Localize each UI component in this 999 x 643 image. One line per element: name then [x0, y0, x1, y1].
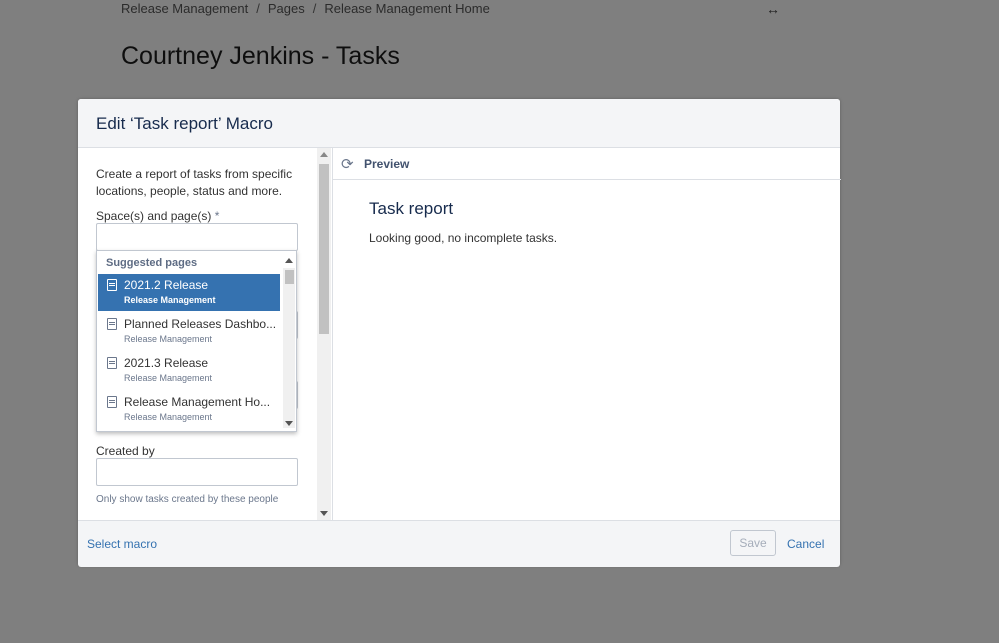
scroll-down-arrow-icon[interactable]	[320, 511, 328, 516]
macro-description: Create a report of tasks from specific l…	[96, 167, 293, 198]
dialog-title: Edit ‘Task report’ Macro	[96, 114, 273, 133]
dialog-footer: Select macro Save Cancel	[78, 520, 840, 567]
page-icon	[107, 396, 117, 408]
required-mark: *	[214, 209, 220, 223]
expand-width-icon[interactable]: ↔	[766, 1, 780, 17]
spaces-pages-input[interactable]	[96, 223, 298, 251]
preview-panel: ⟳ Preview Task report Looking good, no i…	[332, 148, 841, 520]
suggested-page-title: 2021.2 Release	[124, 278, 209, 292]
suggestions-scrollbar[interactable]	[283, 258, 295, 428]
refresh-icon[interactable]: ⟳	[341, 155, 354, 173]
page-title: Courtney Jenkins - Tasks	[121, 42, 400, 70]
suggested-page-item[interactable]: 2021.3 Release Release Management	[98, 352, 280, 389]
breadcrumb-separator: /	[256, 1, 260, 16]
page-icon	[107, 318, 117, 330]
suggested-page-item[interactable]: Release Management Ho... Release Managem…	[98, 391, 280, 428]
suggested-page-title: Release Management Ho...	[124, 395, 271, 409]
spaces-pages-label: Space(s) and page(s) *	[96, 209, 219, 223]
scroll-down-arrow-icon[interactable]	[285, 421, 293, 426]
suggested-page-space: Release Management	[124, 412, 213, 422]
dialog-body: Create a report of tasks from specific l…	[78, 148, 841, 520]
suggested-page-space: Release Management	[124, 373, 213, 383]
task-report-title: Task report	[369, 199, 454, 218]
created-by-label: Created by	[96, 444, 155, 458]
page-icon	[107, 279, 117, 291]
preview-header: ⟳ Preview	[333, 148, 841, 180]
suggested-page-space: Release Management	[124, 295, 216, 305]
breadcrumb-space[interactable]: Release Management	[121, 1, 248, 16]
breadcrumb-home[interactable]: Release Management Home	[324, 1, 489, 16]
params-panel-scrollbar[interactable]	[317, 148, 331, 520]
suggested-page-item[interactable]: 2021.2 Release Release Management	[98, 274, 280, 311]
scroll-up-arrow-icon[interactable]	[285, 258, 293, 263]
scrollbar-thumb[interactable]	[285, 270, 294, 284]
breadcrumb-separator: /	[312, 1, 317, 16]
macro-dialog: Edit ‘Task report’ Macro Create a report…	[78, 99, 841, 567]
suggested-page-title: 2021.3 Release	[124, 356, 209, 370]
suggested-pages-heading: Suggested pages	[106, 257, 198, 269]
spaces-pages-label-text: Space(s) and page(s)	[96, 209, 212, 223]
created-by-input[interactable]	[96, 458, 298, 486]
suggested-pages-dropdown: Suggested pages 2021.2 Release Release M…	[96, 250, 297, 432]
scrollbar-thumb[interactable]	[319, 164, 329, 334]
breadcrumb: Release Management / Pages / Release Man…	[121, 1, 490, 16]
select-macro-link[interactable]: Select macro	[87, 537, 157, 551]
created-by-hint: Only show tasks created by these people	[96, 494, 279, 505]
preview-label: Preview	[364, 157, 410, 171]
cancel-link[interactable]: Cancel	[787, 537, 824, 551]
scroll-up-arrow-icon[interactable]	[320, 152, 328, 157]
task-report-message: Looking good, no incomplete tasks.	[369, 231, 558, 245]
dialog-header: Edit ‘Task report’ Macro	[78, 99, 840, 148]
suggested-page-title: Planned Releases Dashbo...	[124, 317, 277, 331]
save-button[interactable]: Save	[730, 530, 776, 556]
breadcrumb-pages[interactable]: Pages	[268, 1, 305, 16]
suggested-page-space: Release Management	[124, 334, 213, 344]
suggested-page-item[interactable]: Planned Releases Dashbo... Release Manag…	[98, 313, 280, 350]
macro-params-panel: Create a report of tasks from specific l…	[78, 148, 316, 520]
page-icon	[107, 357, 117, 369]
